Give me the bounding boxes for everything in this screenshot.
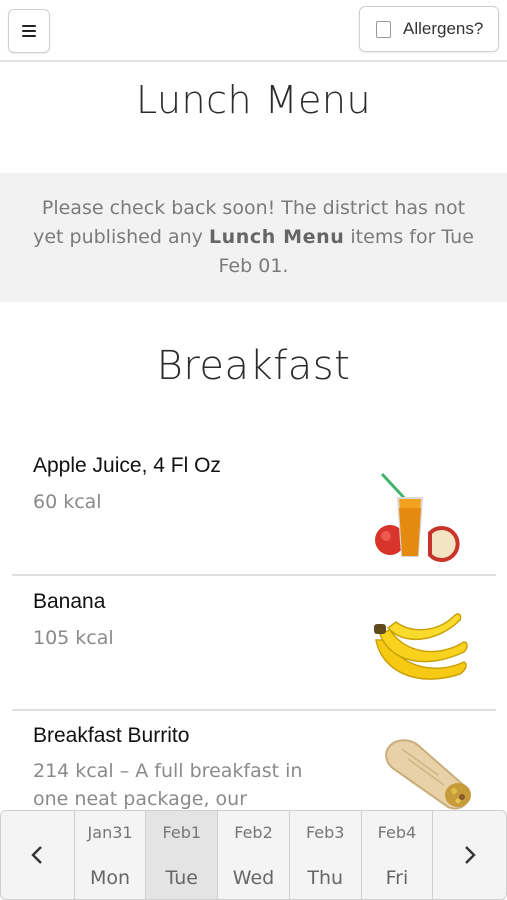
allergens-toggle[interactable]: Allergens? [359,6,499,52]
prev-week-button[interactable] [1,811,74,899]
day-name: Fri [385,867,409,889]
chevron-left-icon [31,846,43,864]
item-name: Apple Juice, 4 Fl Oz [33,454,221,477]
chevron-right-icon [464,846,476,864]
menu-button[interactable] [8,9,50,53]
next-week-button[interactable] [432,811,506,899]
allergens-checkbox[interactable] [376,20,391,38]
notice-banner: Please check back soon! The district has… [0,173,507,302]
page-title: Lunch Menu [135,78,372,122]
allergens-label: Allergens? [403,19,484,38]
item-name: Banana [33,590,106,613]
notice-highlight: Lunch Menu [208,226,345,248]
day-date: Feb4 [377,823,417,842]
section-title: Breakfast [156,343,351,389]
day-name: Wed [232,867,275,889]
day-name: Thu [307,867,344,889]
day-jan31[interactable]: Jan31 Mon [73,811,146,899]
item-description: 214 kcal – A full breakfast in one neat … [33,760,303,810]
day-name: Mon [90,867,131,889]
day-date: Feb2 [234,823,273,842]
day-date: Jan31 [87,823,133,842]
item-description: 60 kcal [33,491,102,513]
day-feb4[interactable]: Feb4 Fri [360,811,433,899]
day-feb2[interactable]: Feb2 Wed [217,811,289,899]
hamburger-icon [22,25,36,38]
notice-text: Please check back soon! The district has… [33,197,474,277]
menu-item[interactable]: Breakfast Burrito 214 kcal – A full brea… [12,711,496,811]
burrito-image [385,739,471,810]
date-navigation: Jan31 Mon Feb1 Tue Feb2 Wed Feb3 Thu Feb… [0,810,507,900]
top-bar: Allergens? [0,0,507,62]
day-name: Tue [165,867,198,889]
day-feb1[interactable]: Feb1 Tue [145,811,218,899]
day-feb3[interactable]: Feb3 Thu [288,811,361,899]
item-name: Breakfast Burrito [33,724,190,747]
day-date: Feb1 [162,823,202,842]
banana-image [374,613,468,680]
item-description: 105 kcal [33,627,114,649]
menu-item[interactable]: Banana 105 kcal [12,576,496,711]
day-date: Feb3 [305,823,345,842]
apple-juice-image [375,472,460,562]
menu-item[interactable]: Apple Juice, 4 Fl Oz 60 kcal [12,440,496,576]
